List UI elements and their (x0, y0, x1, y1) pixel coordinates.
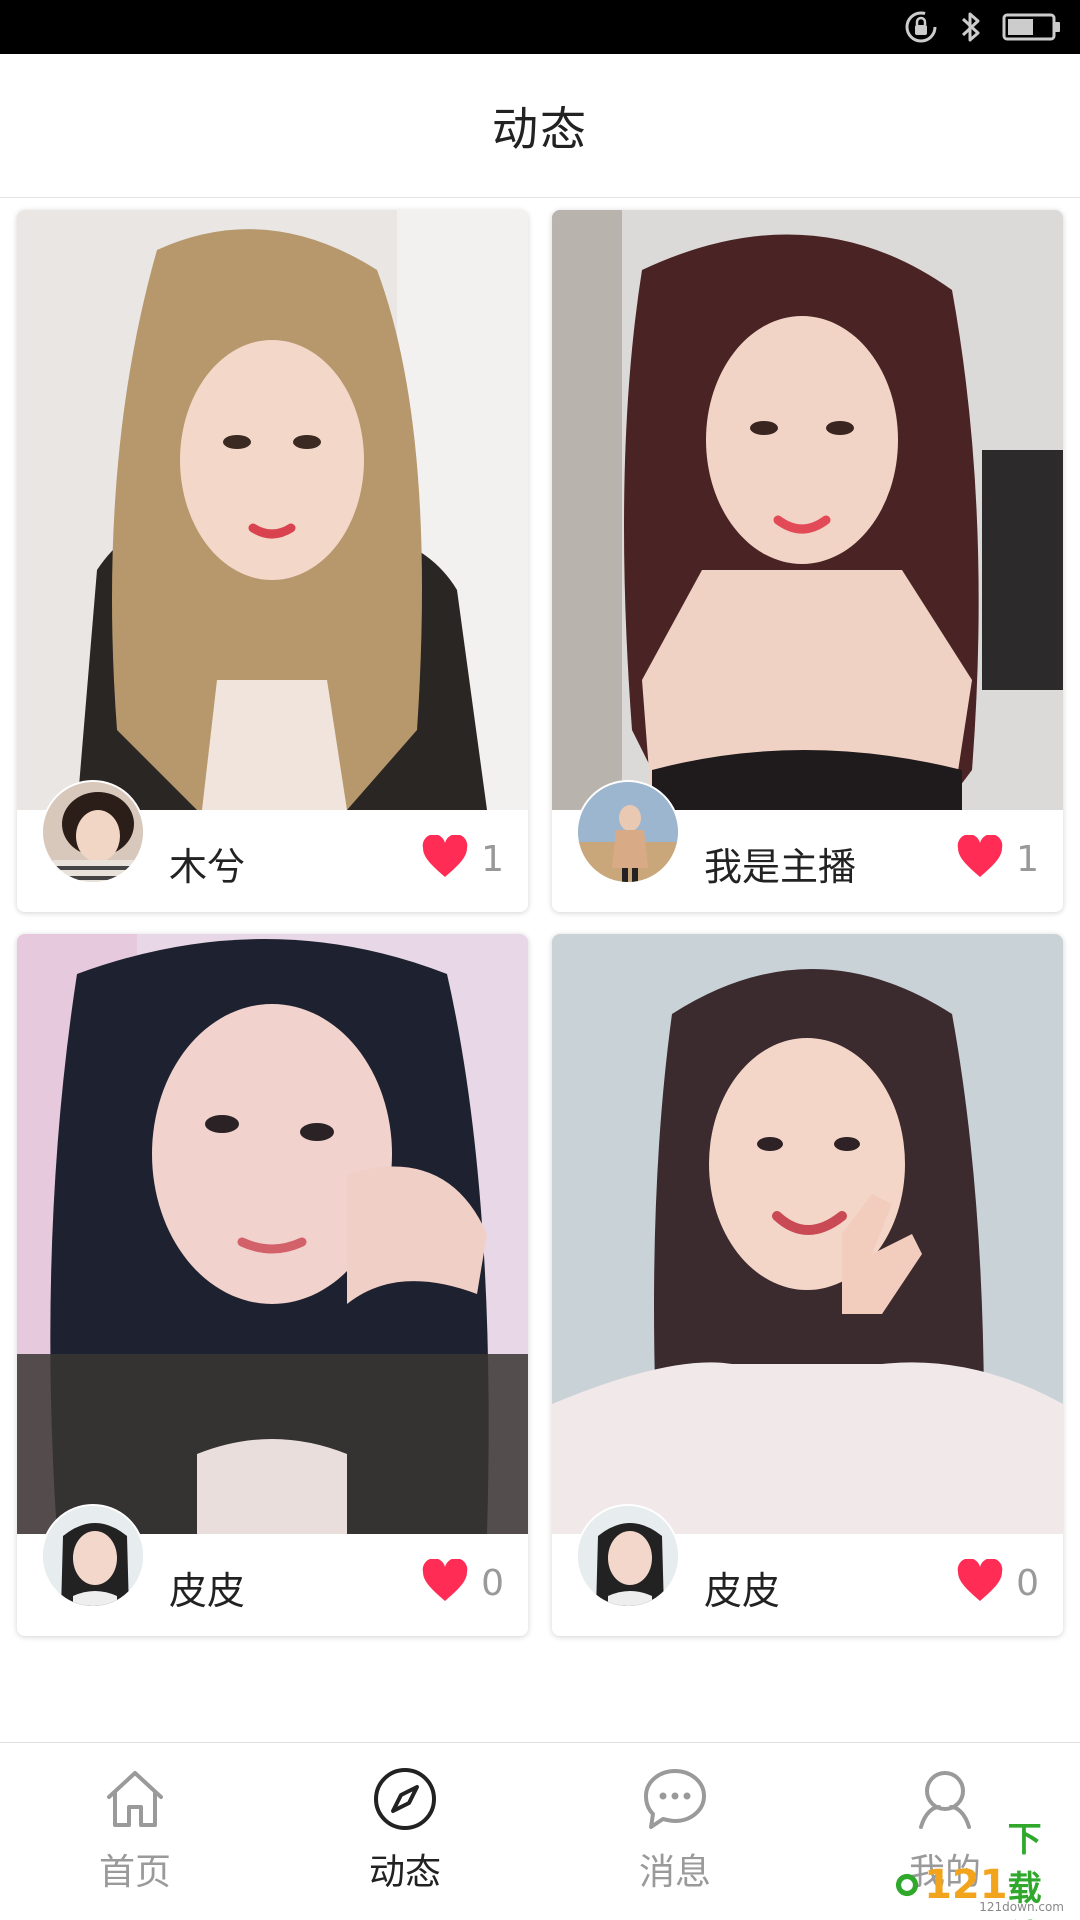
user-name[interactable]: 我是主播 (704, 836, 856, 891)
page-title: 动态 (492, 101, 588, 156)
post-photo[interactable] (17, 934, 528, 1534)
heart-icon[interactable] (421, 1558, 469, 1607)
feed-card[interactable]: 皮皮 0 (17, 934, 528, 1636)
post-photo[interactable] (552, 934, 1063, 1534)
person-icon[interactable] (911, 1765, 979, 1833)
chat-bubble-icon[interactable] (641, 1765, 709, 1833)
app-screen: 动态 木兮 1 我是主播 1 皮皮 0 皮皮 0 首页 动态 消息 我的 121… (0, 0, 1080, 1920)
nav-label[interactable]: 动态 (369, 1843, 441, 1895)
card-footer: 木兮 1 (17, 780, 528, 912)
nav-item-home[interactable]: 首页 (0, 1743, 270, 1920)
avatar[interactable] (41, 780, 145, 884)
watermark-ball-icon (895, 1873, 919, 1897)
watermark-logo: 121 下载站 121down.com (894, 1820, 1074, 1920)
like-button[interactable]: 1 (956, 834, 1039, 884)
post-photo[interactable] (552, 210, 1063, 810)
like-button[interactable]: 0 (421, 1558, 504, 1608)
nav-item-messages[interactable]: 消息 (540, 1743, 810, 1920)
feed-card[interactable]: 皮皮 0 (552, 934, 1063, 1636)
like-count: 0 (1016, 1562, 1039, 1604)
nav-label[interactable]: 消息 (639, 1843, 711, 1895)
heart-icon[interactable] (956, 834, 1004, 883)
avatar[interactable] (576, 780, 680, 884)
bottom-nav: 首页 动态 消息 我的 121 下载 121down.com (0, 1742, 1080, 1920)
page-header: 动态 (0, 54, 1080, 198)
user-name[interactable]: 木兮 (169, 836, 245, 891)
like-count: 1 (481, 838, 504, 880)
user-name[interactable]: 皮皮 (169, 1560, 245, 1615)
avatar[interactable] (41, 1504, 145, 1608)
user-name[interactable]: 皮皮 (704, 1560, 780, 1615)
status-bar (0, 0, 1080, 54)
lock-rotation-icon (902, 8, 940, 46)
card-footer: 皮皮 0 (17, 1504, 528, 1636)
home-icon[interactable] (101, 1765, 169, 1833)
feed-card[interactable]: 木兮 1 (17, 210, 528, 912)
card-footer: 皮皮 0 (552, 1504, 1063, 1636)
like-count: 1 (1016, 838, 1039, 880)
like-count: 0 (481, 1562, 504, 1604)
battery-icon (1002, 12, 1062, 42)
nav-label[interactable]: 首页 (99, 1843, 171, 1895)
card-footer: 我是主播 1 (552, 780, 1063, 912)
heart-icon[interactable] (956, 1558, 1004, 1607)
nav-item-moments[interactable]: 动态 (270, 1743, 540, 1920)
like-button[interactable]: 0 (956, 1558, 1039, 1608)
post-photo[interactable] (17, 210, 528, 810)
heart-icon[interactable] (421, 834, 469, 883)
feed-card[interactable]: 我是主播 1 (552, 210, 1063, 912)
avatar[interactable] (576, 1504, 680, 1608)
bluetooth-icon (958, 10, 984, 44)
compass-icon[interactable] (371, 1765, 439, 1833)
like-button[interactable]: 1 (421, 834, 504, 884)
